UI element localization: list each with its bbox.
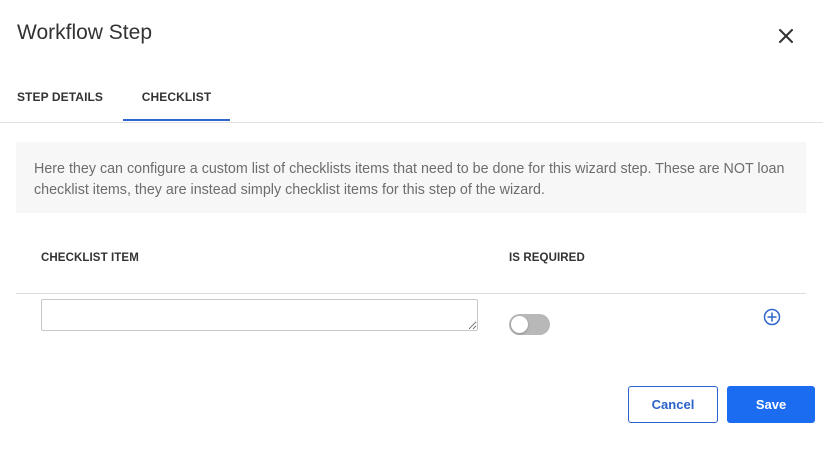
tab-step-details[interactable]: STEP DETAILS [0,74,120,120]
toggle-knob [511,316,528,333]
tab-checklist[interactable]: CHECKLIST [123,74,230,120]
active-tab-indicator [123,119,230,121]
tab-bar: STEP DETAILS CHECKLIST [0,74,823,123]
column-header-checklist-item: CHECKLIST ITEM [41,252,139,264]
header-divider [16,293,806,294]
add-item-button[interactable] [763,308,781,326]
cancel-button[interactable]: Cancel [628,386,718,423]
close-icon [779,29,793,43]
dialog-title: Workflow Step [17,21,152,44]
plus-circle-icon [763,308,781,326]
checklist-item-input[interactable] [41,299,478,331]
workflow-step-dialog: Workflow Step STEP DETAILS CHECKLIST Her… [0,0,823,454]
column-header-is-required: IS REQUIRED [509,252,585,264]
is-required-toggle[interactable] [509,314,550,335]
save-button[interactable]: Save [727,386,815,423]
close-button[interactable] [774,24,798,48]
info-message: Here they can configure a custom list of… [16,142,806,213]
